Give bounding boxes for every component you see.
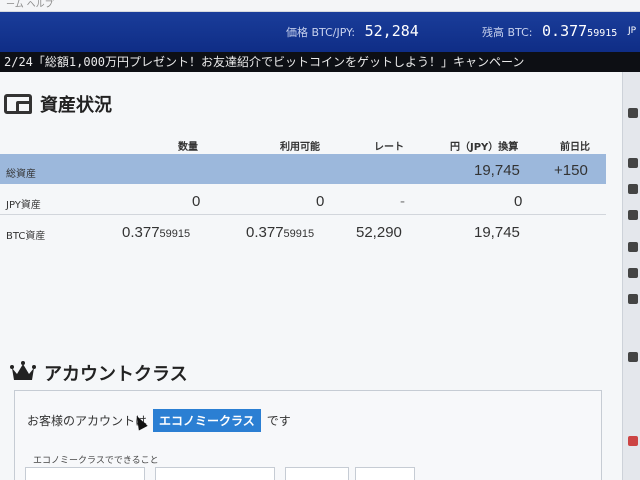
balance-value: 0.37759915 [542,22,617,40]
col-available: 利用可能 [280,142,320,153]
row-rate: - [400,193,405,210]
row-label: JPY資産 [6,200,41,211]
account-class-panel: お客様のアカウントは エコノミークラス です エコノミークラスでできること [14,390,602,480]
browser-menu-strip: ーム ヘルプ [0,0,640,12]
account-class-subheading: エコノミークラスでできること [33,456,159,466]
download-icon[interactable] [628,210,638,220]
user-icon[interactable] [628,108,638,118]
row-available: 0.37759915 [246,224,314,241]
col-rate: レート [374,142,404,153]
row-change: +150 [554,162,588,179]
crown-icon [10,361,36,380]
available-small: 59915 [283,228,315,240]
feature-tab[interactable] [355,467,415,480]
balance-display: 残高 BTC: 0.37759915 [482,22,617,40]
account-class-badge: エコノミークラス [153,409,261,432]
quantity-main: 0.377 [122,224,160,241]
menu-strip-text: ーム ヘルプ [6,0,54,10]
row-rate: 52,290 [356,224,402,241]
price-value: 52,284 [364,22,419,40]
account-class-sentence: お客様のアカウントは エコノミークラス です [27,409,291,432]
price-label: 価格 BTC/JPY: [286,26,356,39]
col-quantity: 数量 [178,142,198,153]
bitcoin-icon[interactable] [628,242,638,252]
table-row-jpy: JPY資産 0 0 - 0 [0,185,606,215]
account-text-before: お客様のアカウントは [27,414,148,428]
col-change: 前日比 [560,142,590,153]
upload-icon[interactable] [628,184,638,194]
price-display: 価格 BTC/JPY: 52,284 [286,22,419,40]
main-content: 資産状況 数量 利用可能 レート 円（JPY）換算 前日比 総資産 19,745… [0,72,622,480]
row-jpy: 19,745 [474,224,520,241]
bitcoin-icon[interactable] [628,294,638,304]
row-quantity: 0 [192,193,201,210]
deposit-icon[interactable] [628,158,638,168]
col-jpy: 円（JPY）換算 [450,142,519,153]
news-ticker[interactable]: 2/24「総額1,000万円プレゼント！お友達紹介でビットコインをゲットしよう！… [0,52,640,72]
row-label: BTC資産 [6,231,46,242]
assets-heading: 資産状況 [4,92,112,116]
table-row-btc: BTC資産 0.37759915 0.37759915 52,290 19,74… [0,216,606,246]
account-icon[interactable] [628,352,638,362]
feature-tab[interactable] [25,467,145,480]
feature-tab[interactable] [155,467,275,480]
price-header: 価格 BTC/JPY: 52,284 残高 BTC: 0.37759915 JP [0,12,640,52]
available-main: 0.377 [246,224,284,241]
account-text-after: です [266,414,291,428]
assets-title: 資産状況 [40,95,112,116]
account-class-title: アカウントクラス [44,364,188,385]
alert-icon[interactable] [628,436,638,446]
row-available: 0 [316,193,325,210]
balance-main: 0.377 [542,22,588,40]
balance-small: 59915 [587,28,618,39]
row-label: 総資産 [6,169,36,180]
balance-label: 残高 BTC: [482,26,533,39]
wallet-icon [4,94,32,114]
quantity-small: 59915 [159,228,191,240]
bitcoin-icon[interactable] [628,268,638,278]
row-jpy: 19,745 [474,162,520,179]
row-jpy: 0 [514,193,523,210]
feature-tab[interactable] [285,467,349,480]
header-right-stub: JP [628,26,637,36]
ticker-text[interactable]: 2/24「総額1,000万円プレゼント！お友達紹介でビットコインをゲットしよう！… [4,55,524,69]
right-sidebar [622,72,640,480]
row-quantity: 0.37759915 [122,224,190,241]
table-row-total: 総資産 19,745 +150 [0,154,606,184]
